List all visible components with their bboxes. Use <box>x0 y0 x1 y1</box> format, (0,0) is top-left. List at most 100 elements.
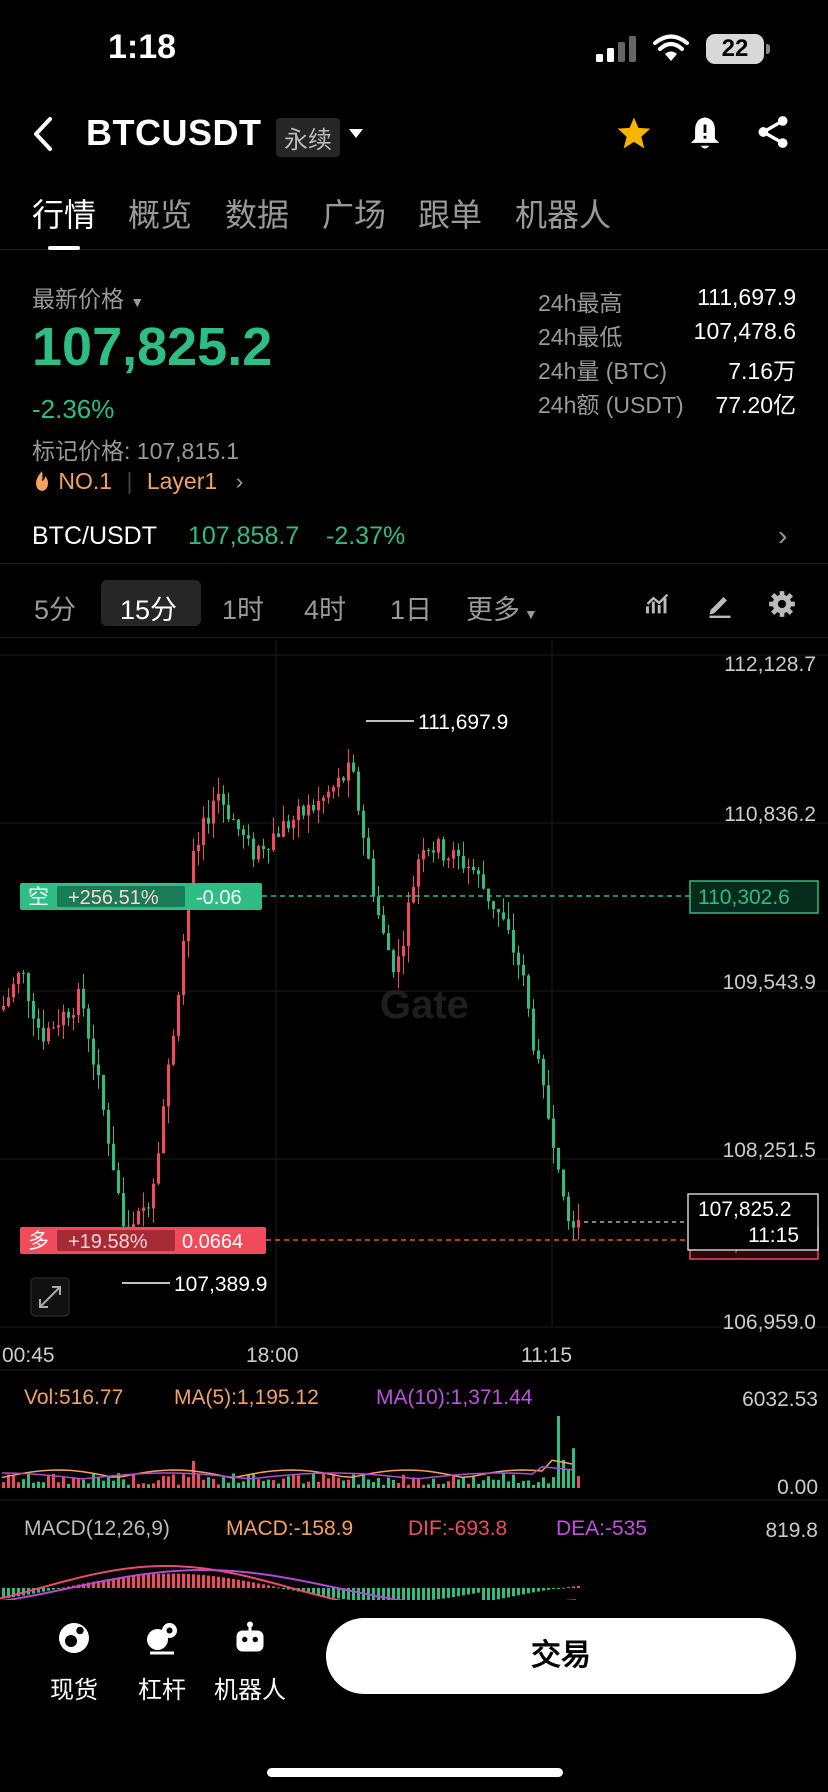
volume-bar <box>442 1483 445 1488</box>
candle-body <box>467 866 470 869</box>
candle-body <box>287 821 290 829</box>
volume-bar <box>202 1479 205 1488</box>
tab-square[interactable]: 广场 <box>322 190 386 236</box>
time-axis-label: 11:15 <box>521 1344 572 1367</box>
candle-body <box>492 901 495 910</box>
volume-bar <box>297 1475 300 1488</box>
settings-gear-icon[interactable] <box>768 590 796 618</box>
symbol-dropdown-icon[interactable] <box>348 128 364 140</box>
macd-bar <box>137 1575 140 1588</box>
macd-bar <box>352 1588 355 1600</box>
volume-ma5: MA(5):1,195.12 <box>174 1386 319 1409</box>
interval-toolbar: 5分 15分 1时 4时 1日 更多 ▼ <box>0 570 828 638</box>
volume-bar <box>337 1477 340 1488</box>
volume-bar <box>197 1474 200 1488</box>
interval-1h[interactable]: 1时 <box>222 588 264 627</box>
macd-bar <box>192 1574 195 1588</box>
candle-body <box>422 850 425 860</box>
candle-body <box>137 1210 140 1225</box>
interval-4h[interactable]: 4时 <box>304 588 346 627</box>
volume-bar <box>392 1479 395 1488</box>
bottom-action-bar: 现货 杠杆 机器人 交易 <box>0 1600 828 1792</box>
volume-bar <box>387 1477 390 1488</box>
candle-body <box>447 858 450 861</box>
volume-bar <box>552 1477 555 1488</box>
kline-chart[interactable]: Gate 112,128.7 110,836.2 109,543.9 108,251.… <box>0 640 828 1600</box>
candle-body <box>327 791 330 798</box>
spot-pair-row[interactable]: BTC/USDT 107,858.7 -2.37% › <box>0 510 828 564</box>
chevron-right-icon: › <box>778 520 788 551</box>
macd-bar <box>57 1588 60 1589</box>
share-icon[interactable] <box>756 114 790 150</box>
interval-15m[interactable]: 15分 <box>120 588 177 627</box>
volume-bar <box>372 1482 375 1488</box>
back-arrow-icon[interactable] <box>30 116 56 152</box>
volume-bar <box>162 1475 165 1488</box>
macd-bar <box>487 1588 490 1600</box>
interval-5m[interactable]: 5分 <box>34 588 76 627</box>
tab-overview[interactable]: 概览 <box>128 190 192 236</box>
rank-row[interactable]: NO.1 | Layer1 › <box>32 468 243 495</box>
volume-bar <box>322 1473 325 1488</box>
macd-bar <box>462 1588 465 1596</box>
macd-bar <box>512 1588 515 1597</box>
last-price-label[interactable]: 最新价格 ▼ <box>32 280 144 314</box>
candle-body <box>372 858 375 897</box>
candle-body <box>82 988 85 1009</box>
tab-data[interactable]: 数据 <box>225 190 289 236</box>
draw-tool-icon[interactable] <box>706 590 734 618</box>
spot-pair-price: 107,858.7 <box>188 522 300 550</box>
tab-copy-trade[interactable]: 跟单 <box>418 190 482 236</box>
fire-icon <box>36 471 48 491</box>
candle-body <box>157 1153 160 1184</box>
macd-bar <box>572 1586 575 1588</box>
volume-bar <box>27 1473 30 1488</box>
candle-body <box>32 1001 35 1019</box>
volume-bar <box>12 1475 15 1488</box>
volume-bar <box>482 1480 485 1488</box>
macd-bar <box>497 1588 500 1600</box>
macd-bar <box>157 1573 160 1588</box>
fullscreen-expand-icon[interactable] <box>30 1277 70 1317</box>
contract-type-badge[interactable]: 永续 <box>276 118 340 157</box>
candle-body <box>532 1008 535 1051</box>
price-alert-bell-icon[interactable] <box>688 114 722 152</box>
favorite-star-icon[interactable] <box>616 116 652 150</box>
macd-bar <box>567 1587 570 1589</box>
tab-bots[interactable]: 机器人 <box>515 190 611 236</box>
candle-body <box>42 1027 45 1042</box>
mark-price: 标记价格: 107,815.1 <box>32 438 240 464</box>
volume-bar <box>267 1479 270 1488</box>
candle-body <box>307 804 310 816</box>
interval-more[interactable]: 更多 ▼ <box>466 588 538 627</box>
volume-bar <box>472 1475 475 1488</box>
candle-body <box>252 838 255 860</box>
candle-body <box>77 988 80 1016</box>
candle-body <box>72 1015 75 1018</box>
volume-bar <box>97 1477 100 1488</box>
trade-button[interactable]: 交易 <box>326 1618 796 1694</box>
battery-indicator: 22 <box>706 34 770 64</box>
candle-body <box>172 1035 175 1065</box>
nav-spot-label: 现货 <box>50 1677 98 1704</box>
macd-bar <box>337 1588 340 1599</box>
interval-1d[interactable]: 1日 <box>390 588 432 627</box>
macd-bar <box>222 1577 225 1588</box>
candle-body <box>337 777 340 788</box>
home-indicator <box>267 1768 563 1777</box>
symbol-title[interactable]: BTCUSDT <box>86 112 261 154</box>
candle-body <box>412 886 415 903</box>
volume-bar <box>437 1484 440 1488</box>
macd-title: MACD(12,26,9) <box>24 1517 170 1540</box>
status-time: 1:18 <box>108 28 177 66</box>
tab-market[interactable]: 行情 <box>32 190 96 236</box>
candle-body <box>487 888 490 902</box>
volume-bar <box>227 1482 230 1488</box>
indicator-icon[interactable] <box>644 590 672 618</box>
volume-bar <box>2 1482 5 1488</box>
volume-bar <box>542 1477 545 1488</box>
candle-body <box>562 1169 565 1197</box>
candle-body <box>547 1085 550 1119</box>
volume-bar <box>287 1476 290 1488</box>
macd-axis-max: 819.8 <box>765 1519 818 1542</box>
